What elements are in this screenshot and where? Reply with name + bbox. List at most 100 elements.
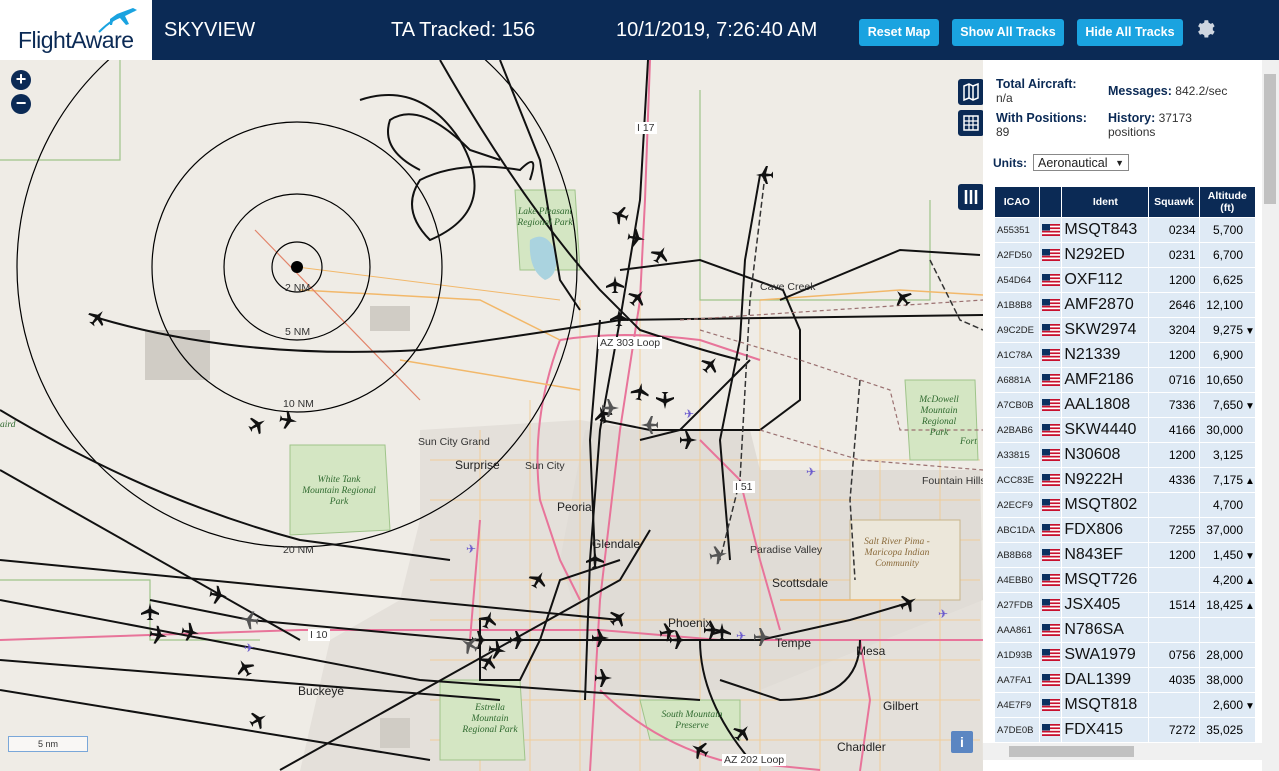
icao-cell: A1B8B8 <box>995 293 1039 317</box>
us-flag-icon <box>1041 448 1060 461</box>
altitude-cell: 38,000 <box>1199 668 1255 692</box>
flag-cell <box>1039 493 1062 517</box>
icao-cell: AB8B68 <box>995 543 1039 567</box>
squawk-cell: 1200 <box>1149 268 1199 292</box>
altitude-cell: 1,450 ▼ <box>1199 543 1255 567</box>
altitude-value: 1,450 <box>1212 548 1243 562</box>
map-layers-button[interactable] <box>958 79 983 105</box>
altitude-cell: 12,100 <box>1199 293 1255 317</box>
column-header-altitude[interactable]: Altitude (ft) <box>1199 187 1255 217</box>
zoom-in-button[interactable]: + <box>11 70 31 90</box>
altitude-trend-icon: ▲ <box>1245 476 1255 487</box>
us-flag-icon <box>1041 598 1060 611</box>
ident-cell: SWA1979 <box>1062 643 1149 667</box>
panel-horizontal-scrollbar[interactable] <box>983 743 1262 760</box>
scrollbar-thumb[interactable] <box>1009 746 1134 757</box>
table-row[interactable]: A6881A AMF2186 0716 10,650 <box>995 368 1255 392</box>
column-header-ident[interactable]: Ident <box>1062 187 1149 217</box>
with-positions-value: 89 <box>996 125 1010 139</box>
flag-cell <box>1039 593 1062 617</box>
altitude-trend-icon: ▲ <box>1245 601 1255 612</box>
grid-toggle-button[interactable] <box>958 110 983 136</box>
scrollbar-thumb[interactable] <box>1264 74 1276 204</box>
table-row[interactable]: A55351 MSQT843 0234 5,700 <box>995 218 1255 242</box>
column-header-flag[interactable] <box>1039 187 1062 217</box>
us-flag-icon <box>1041 398 1060 411</box>
place-cave-creek: Cave Creek <box>760 281 816 293</box>
reset-map-button[interactable]: Reset Map <box>859 19 939 46</box>
place-peoria: Peoria <box>557 500 592 514</box>
table-row[interactable]: AA7FA1 DAL1399 4035 38,000 <box>995 668 1255 692</box>
panel-vertical-scrollbar[interactable] <box>1262 60 1279 771</box>
us-flag-icon <box>1041 648 1060 661</box>
flag-cell <box>1039 368 1062 392</box>
site-name: SKYVIEW <box>164 19 256 41</box>
table-row[interactable]: A2BAB6 SKW4440 4166 30,000 <box>995 418 1255 442</box>
squawk-cell: 4336 <box>1149 468 1199 492</box>
columns-toggle-button[interactable] <box>958 184 983 210</box>
altitude-cell: 4,200 ▲ <box>1199 568 1255 592</box>
squawk-cell: 0231 <box>1149 243 1199 267</box>
hide-all-tracks-button[interactable]: Hide All Tracks <box>1077 19 1183 46</box>
ident-cell: OXF112 <box>1062 268 1149 292</box>
table-row[interactable]: AAA861 N786SA <box>995 618 1255 642</box>
history-label: History: <box>1108 111 1156 125</box>
table-row[interactable]: A54D64 OXF112 1200 6,625 <box>995 268 1255 292</box>
units-select[interactable]: Aeronautical ▼ <box>1033 154 1129 171</box>
icao-cell: A1C78A <box>995 343 1039 367</box>
icao-cell: A6881A <box>995 368 1039 392</box>
map-canvas[interactable]: ✈ ✈ ✈ ✈ ✈ ✈ <box>0 60 983 771</box>
range-ring-label-5nm: 5 NM <box>285 326 311 338</box>
squawk-cell: 7336 <box>1149 393 1199 417</box>
table-row[interactable]: A4E7F9 MSQT818 2,600 ▼ <box>995 693 1255 717</box>
table-row[interactable]: A2FD50 N292ED 0231 6,700 <box>995 243 1255 267</box>
icao-cell: A27FDB <box>995 593 1039 617</box>
scale-bar: 5 nm <box>8 736 88 752</box>
altitude-trend-icon: ▼ <box>1245 401 1255 412</box>
table-row[interactable]: A2ECF9 MSQT802 4,700 <box>995 493 1255 517</box>
show-all-tracks-button[interactable]: Show All Tracks <box>952 19 1064 46</box>
altitude-cell: 35,025 <box>1199 718 1255 742</box>
total-aircraft-label: Total Aircraft: <box>996 77 1077 91</box>
column-header-icao[interactable]: ICAO <box>995 187 1039 217</box>
flag-cell <box>1039 468 1062 492</box>
gear-icon[interactable] <box>1195 18 1217 40</box>
altitude-cell: 6,700 <box>1199 243 1255 267</box>
table-row[interactable]: AB8B68 N843EF 1200 1,450 ▼ <box>995 543 1255 567</box>
table-row[interactable]: A1D93B SWA1979 0756 28,000 <box>995 643 1255 667</box>
table-row[interactable]: A7DE0B FDX415 7272 35,025 <box>995 718 1255 742</box>
flag-cell <box>1039 318 1062 342</box>
squawk-cell: 7272 <box>1149 718 1199 742</box>
flightaware-logo[interactable]: FlightAware <box>0 0 155 60</box>
icao-cell: A9C2DE <box>995 318 1039 342</box>
messages-value: 842.2/sec <box>1175 84 1228 98</box>
info-button[interactable]: i <box>951 731 973 753</box>
altitude-value: 37,000 <box>1206 523 1243 537</box>
table-row[interactable]: A1C78A N21339 1200 6,900 <box>995 343 1255 367</box>
us-flag-icon <box>1041 498 1060 511</box>
altitude-cell: 5,700 <box>1199 218 1255 242</box>
table-row[interactable]: ACC83E N9222H 4336 7,175 ▲ <box>995 468 1255 492</box>
total-aircraft-stat: Total Aircraft: n/a <box>996 77 1077 105</box>
table-row[interactable]: A7CB0B AAL1808 7336 7,650 ▼ <box>995 393 1255 417</box>
altitude-value: 4,700 <box>1212 498 1243 512</box>
table-row[interactable]: A33815 N30608 1200 3,125 <box>995 443 1255 467</box>
place-white-tank: White Tank Mountain Regional Park <box>302 475 376 507</box>
squawk-cell <box>1149 493 1199 517</box>
history-unit: positions <box>1108 125 1156 139</box>
table-row[interactable]: A9C2DE SKW2974 3204 9,275 ▼ <box>995 318 1255 342</box>
svg-text:✈: ✈ <box>244 641 254 655</box>
ident-cell: JSX405 <box>1062 593 1149 617</box>
altitude-trend-icon: ▼ <box>1245 701 1255 712</box>
table-row[interactable]: ABC1DA FDX806 7255 37,000 <box>995 518 1255 542</box>
table-row[interactable]: A1B8B8 AMF2870 2646 12,100 <box>995 293 1255 317</box>
map-view[interactable]: ✈ ✈ ✈ ✈ ✈ ✈ 2 NM 5 NM 10 NM 20 NM Lake Pleas… <box>0 60 983 771</box>
altitude-cell: 6,900 <box>1199 343 1255 367</box>
table-row[interactable]: A4EBB0 MSQT726 4,200 ▲ <box>995 568 1255 592</box>
us-flag-icon <box>1041 623 1060 636</box>
column-header-squawk[interactable]: Squawk <box>1149 187 1199 217</box>
place-estrella: Estrella Mountain Regional Park <box>462 703 518 735</box>
ident-cell: SKW4440 <box>1062 418 1149 442</box>
zoom-out-button[interactable]: − <box>11 94 31 114</box>
table-row[interactable]: A27FDB JSX405 1514 18,425 ▲ <box>995 593 1255 617</box>
